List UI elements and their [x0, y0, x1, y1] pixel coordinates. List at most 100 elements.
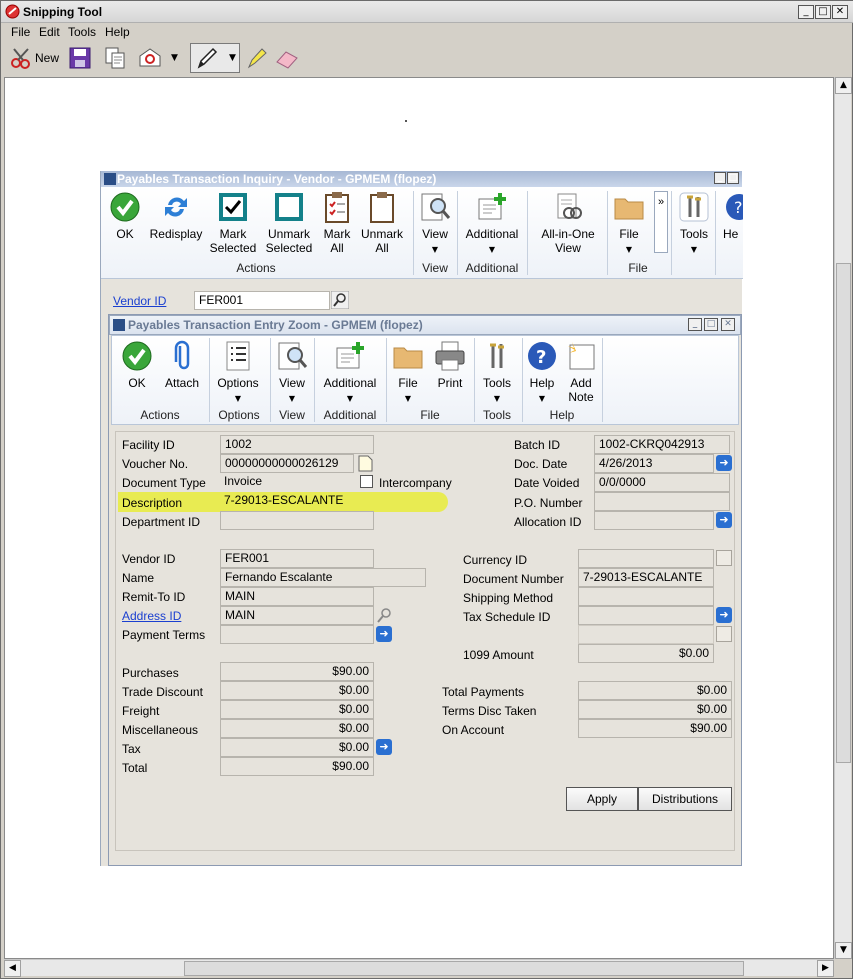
menu-help[interactable]: Help	[105, 25, 130, 39]
all-in-one-view-icon	[557, 193, 582, 219]
zoom-additional-button[interactable]: Additional ▼	[318, 340, 382, 406]
zoom-close-button[interactable]: ✕	[721, 318, 735, 331]
add-note-button[interactable]: Add Note	[562, 340, 600, 404]
zoom-title: Payables Transaction Entry Zoom - GPMEM …	[128, 318, 423, 332]
tools-dropdown-icon: ▼	[690, 245, 698, 254]
eraser-icon[interactable]	[274, 46, 300, 70]
mark-all-button[interactable]: Mark All	[319, 191, 355, 255]
intercompany-label: Intercompany	[379, 476, 452, 490]
doc-date-expand-arrow-icon[interactable]: ➜	[716, 455, 732, 471]
inquiry-group-additional: Additional	[465, 261, 519, 275]
pen-button[interactable]: ▼	[190, 43, 240, 73]
tools-icon	[679, 192, 709, 222]
pen-dropdown-icon[interactable]: ▼	[229, 53, 236, 63]
file-dropdown-icon: ▼	[404, 394, 412, 403]
inquiry-minimize-button[interactable]: _	[714, 172, 726, 184]
shipping-method-label: Shipping Method	[463, 591, 554, 605]
vendor-lookup-icon[interactable]	[331, 291, 349, 309]
mark-selected-button[interactable]: Mark Selected	[207, 191, 259, 255]
batch-id-label: Batch ID	[514, 438, 561, 452]
voucher-note-icon[interactable]	[357, 455, 373, 472]
scroll-left-arrow-icon[interactable]: ◀	[4, 960, 21, 977]
scroll-down-arrow-icon[interactable]: ▼	[835, 942, 852, 959]
zoom-form: Facility ID 1002 Voucher No. 00000000000…	[115, 431, 735, 851]
zoom-ok-button[interactable]: OK	[116, 340, 158, 390]
send-dropdown-icon[interactable]: ▼	[171, 53, 178, 63]
zoom-maximize-button[interactable]: □	[704, 318, 718, 331]
zoom-file-button[interactable]: File ▼	[390, 340, 426, 406]
address-id-link[interactable]: Address ID	[122, 609, 181, 623]
menu-edit[interactable]: Edit	[39, 25, 60, 39]
inquiry-help-button[interactable]: ? He	[719, 191, 743, 241]
snipping-toolbar: New ▼ ▼	[1, 41, 853, 77]
zoom-help-button[interactable]: ? Help ▼	[524, 340, 560, 406]
horizontal-scroll-thumb[interactable]	[184, 961, 744, 976]
tax-field: $0.00	[220, 738, 374, 757]
help-dropdown-icon: ▼	[538, 394, 546, 403]
options-button[interactable]: Options ▼	[212, 340, 264, 406]
save-icon[interactable]	[68, 46, 92, 70]
pen-icon	[197, 47, 218, 69]
scroll-up-arrow-icon[interactable]: ▲	[835, 77, 852, 94]
address-lookup-icon[interactable]	[376, 607, 392, 624]
zoom-tools-button[interactable]: Tools ▼	[476, 340, 518, 406]
inquiry-title-bar: Payables Transaction Inquiry - Vendor - …	[101, 171, 742, 187]
intercompany-checkbox[interactable]	[360, 475, 373, 488]
vertical-scroll-thumb[interactable]	[836, 263, 851, 763]
refresh-icon	[165, 197, 187, 217]
inquiry-file-button[interactable]: File ▼	[609, 191, 649, 257]
currency-expand-icon[interactable]	[716, 550, 732, 566]
maximize-button[interactable]: □	[815, 5, 831, 19]
ribbon-more-button[interactable]: »	[654, 191, 668, 253]
view-magnifier-icon	[421, 193, 451, 221]
currency-id-field	[578, 549, 714, 568]
ok-check-icon	[122, 341, 152, 371]
shipping-method-field	[578, 587, 714, 606]
distributions-button[interactable]: Distributions	[638, 787, 732, 811]
additional-dropdown-icon: ▼	[346, 394, 354, 403]
inquiry-ok-button[interactable]: OK	[105, 191, 145, 241]
payment-terms-expand-arrow-icon[interactable]: ➜	[376, 626, 392, 642]
all-in-one-view-button[interactable]: All-in-One View	[531, 191, 605, 255]
vertical-scrollbar[interactable]: ▲ ▼	[834, 77, 852, 959]
scroll-right-arrow-icon[interactable]: ▶	[817, 960, 834, 977]
inquiry-additional-button[interactable]: Additional ▼	[461, 191, 523, 257]
help-icon: ?	[528, 342, 556, 370]
allocation-expand-arrow-icon[interactable]: ➜	[716, 512, 732, 528]
close-button[interactable]: ✕	[832, 5, 848, 19]
horizontal-scrollbar[interactable]: ◀ ▶	[4, 959, 834, 977]
menu-tools[interactable]: Tools	[68, 25, 96, 39]
zoom-group-additional: Additional	[323, 408, 377, 422]
redisplay-button[interactable]: Redisplay	[147, 191, 205, 241]
inquiry-ribbon: OK Redisplay Mark Selected Unmark Selected…	[101, 187, 743, 279]
view-dropdown-icon: ▼	[288, 394, 296, 403]
minimize-button[interactable]: _	[798, 5, 814, 19]
zoom-minimize-button[interactable]: _	[688, 318, 702, 331]
total-payments-field: $0.00	[578, 681, 732, 700]
new-snip-button[interactable]: New	[7, 45, 61, 71]
apply-button[interactable]: Apply	[566, 787, 638, 811]
highlighter-icon[interactable]	[245, 46, 269, 70]
tax-expand-arrow-icon[interactable]: ➜	[376, 739, 392, 755]
inquiry-vendor-id-link[interactable]: Vendor ID	[113, 294, 166, 308]
zoom-view-button[interactable]: View ▼	[272, 340, 312, 406]
inquiry-vendor-id-field[interactable]: FER001	[194, 291, 330, 310]
unmark-all-button[interactable]: Unmark All	[357, 191, 407, 255]
blank-expand-icon[interactable]	[716, 626, 732, 642]
inquiry-view-button[interactable]: View ▼	[415, 191, 455, 257]
vendor-id-field: FER001	[220, 549, 374, 568]
copy-icon[interactable]	[103, 46, 127, 70]
date-voided-label: Date Voided	[514, 476, 580, 490]
tax-schedule-expand-arrow-icon[interactable]: ➜	[716, 607, 732, 623]
vendor-name-field: Fernando Escalante	[220, 568, 426, 587]
unmark-selected-button[interactable]: Unmark Selected	[263, 191, 315, 255]
attach-button[interactable]: Attach	[160, 340, 204, 390]
menu-file[interactable]: File	[11, 25, 30, 39]
inquiry-maximize-button[interactable]: □	[727, 172, 739, 184]
voucher-no-field: 00000000000026129	[220, 454, 354, 473]
inquiry-tools-button[interactable]: Tools ▼	[675, 191, 713, 257]
send-snip-icon[interactable]	[138, 46, 162, 70]
clipboard-checked-icon	[325, 192, 349, 223]
print-button[interactable]: Print	[430, 340, 470, 390]
document-number-label: Document Number	[463, 572, 564, 586]
